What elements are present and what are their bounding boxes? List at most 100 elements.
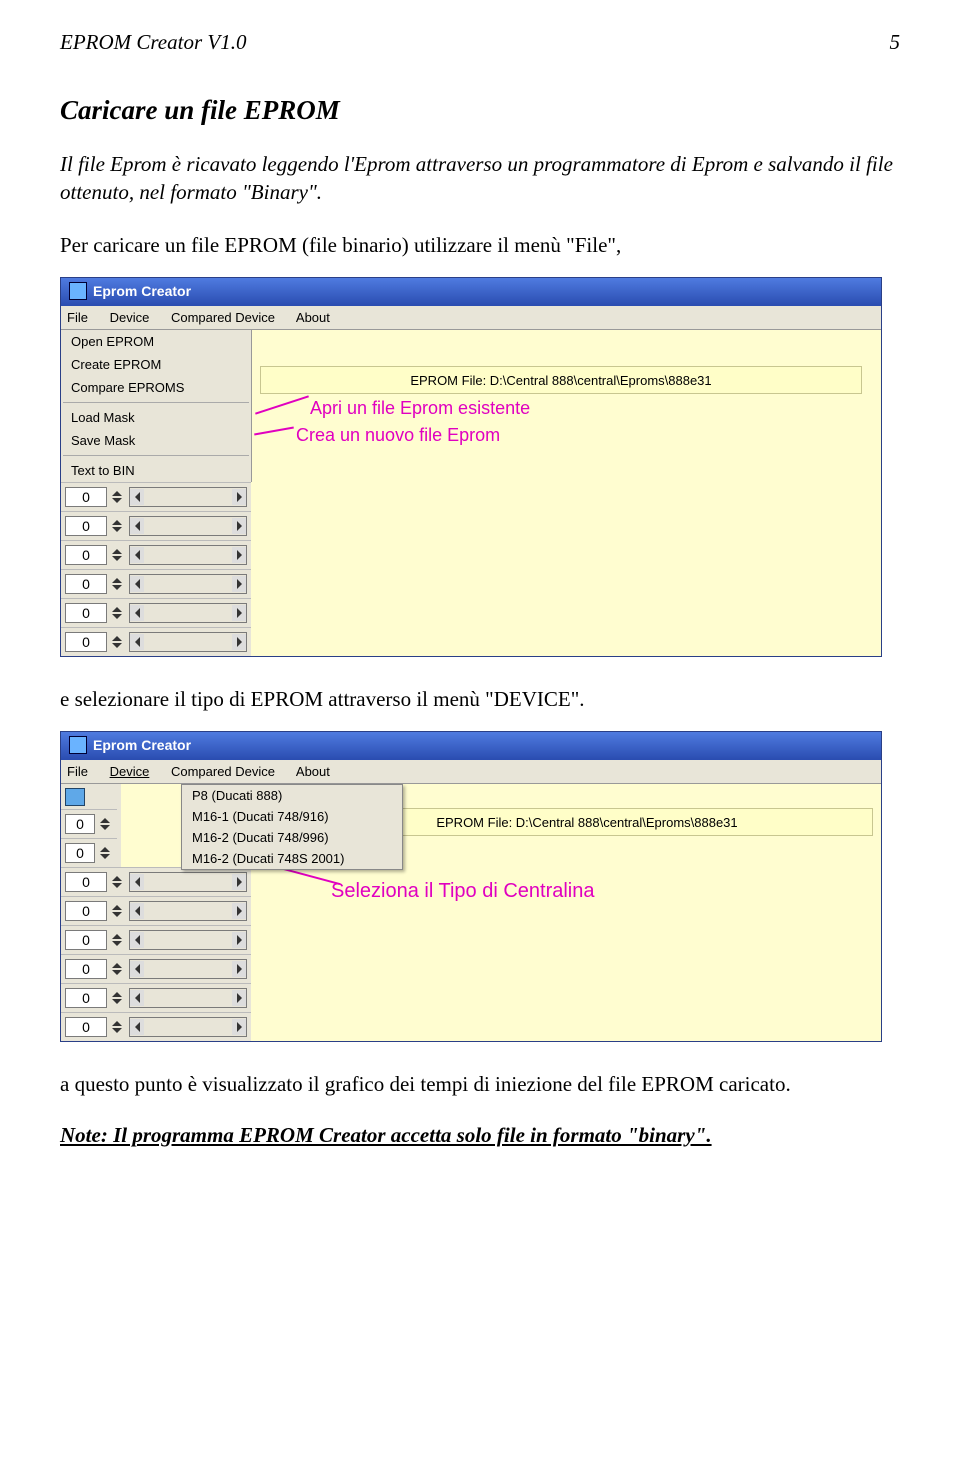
spinner-arrows-icon[interactable] <box>109 573 125 595</box>
spinner-control[interactable]: 0 <box>61 569 251 598</box>
spinner-control[interactable]: 0 <box>61 1012 251 1041</box>
file-menu-create-eprom[interactable]: Create EPROM <box>61 353 251 376</box>
spinner-control[interactable]: 0 <box>61 627 251 656</box>
scrollbar[interactable] <box>129 574 247 594</box>
window-titlebar: Eprom Creator <box>61 278 881 306</box>
annotation-line-icon <box>255 395 309 414</box>
toolbar-icon[interactable] <box>65 788 85 806</box>
annotation-open: Apri un file Eprom esistente <box>310 398 530 419</box>
annotation-line-icon <box>254 427 294 436</box>
spinner-control[interactable]: 0 <box>61 598 251 627</box>
spinner-arrows-icon[interactable] <box>109 602 125 624</box>
annotation-select-type: Seleziona il Tipo di Centralina <box>331 880 595 903</box>
spinner-control[interactable]: 0 <box>61 954 251 983</box>
menu-separator <box>63 402 249 403</box>
spinner-value[interactable]: 0 <box>65 516 107 536</box>
spinner-column: 0 0 0 0 <box>61 867 251 1041</box>
scrollbar[interactable] <box>129 959 247 979</box>
spinner-value[interactable]: 0 <box>65 574 107 594</box>
spinner-arrows-icon[interactable] <box>109 631 125 653</box>
lead-2: e selezionare il tipo di EPROM attravers… <box>60 685 900 713</box>
page-number: 5 <box>890 30 901 55</box>
spinner-control[interactable]: 0 <box>61 540 251 569</box>
spinner-value[interactable]: 0 <box>65 930 107 950</box>
spinner-value[interactable]: 0 <box>65 632 107 652</box>
spinner-value[interactable]: 0 <box>65 1017 107 1037</box>
scrollbar[interactable] <box>129 872 247 892</box>
spinner-value[interactable]: 0 <box>65 872 107 892</box>
scrollbar[interactable] <box>129 603 247 623</box>
menu-compared-device[interactable]: Compared Device <box>171 764 275 779</box>
window-canvas: P8 (Ducati 888) M16-1 (Ducati 748/916) M… <box>121 784 881 867</box>
spinner-value[interactable]: 0 <box>65 988 107 1008</box>
menu-separator <box>63 455 249 456</box>
file-menu-text-to-bin[interactable]: Text to BIN <box>61 459 251 482</box>
spinner-control[interactable]: 0 <box>61 925 251 954</box>
spinner-control[interactable]: 0 <box>61 867 251 896</box>
scrollbar[interactable] <box>129 930 247 950</box>
device-option-m16-1[interactable]: M16-1 (Ducati 748/916) <box>182 806 402 827</box>
section-title: Caricare un file EPROM <box>60 95 900 126</box>
note-paragraph: Note: Il programma EPROM Creator accetta… <box>60 1123 900 1148</box>
scrollbar[interactable] <box>129 487 247 507</box>
spinner-column: 0 0 0 0 <box>61 482 251 656</box>
doc-title: EPROM Creator V1.0 <box>60 30 246 55</box>
menu-device[interactable]: Device <box>110 310 150 325</box>
spinner-arrows-icon[interactable] <box>109 987 125 1009</box>
spinner-value[interactable]: 0 <box>65 545 107 565</box>
scrollbar[interactable] <box>129 545 247 565</box>
scrollbar[interactable] <box>129 516 247 536</box>
menu-file[interactable]: File <box>67 764 88 779</box>
spinner-control[interactable]: 0 <box>61 809 117 838</box>
spinner-control[interactable]: 0 <box>61 983 251 1012</box>
window-canvas: EPROM File: D:\Central 888\central\Eprom… <box>252 330 881 482</box>
toolbar-column: 0 0 <box>61 784 121 867</box>
spinner-value[interactable]: 0 <box>65 603 107 623</box>
spinner-arrows-icon[interactable] <box>109 486 125 508</box>
scrollbar[interactable] <box>129 988 247 1008</box>
menu-about[interactable]: About <box>296 310 330 325</box>
window-titlebar: Eprom Creator <box>61 732 881 760</box>
spinner-arrows-icon[interactable] <box>109 1016 125 1038</box>
spinner-control[interactable]: 0 <box>61 482 251 511</box>
spinner-value[interactable]: 0 <box>65 487 107 507</box>
spinner-arrows-icon[interactable] <box>109 871 125 893</box>
screenshot-file-menu: Eprom Creator File Device Compared Devic… <box>60 277 882 657</box>
menubar: File Device Compared Device About <box>61 760 881 784</box>
spinner-control[interactable]: 0 <box>61 896 251 925</box>
spinner-arrows-icon[interactable] <box>109 544 125 566</box>
file-menu-open-eprom[interactable]: Open EPROM <box>61 330 251 353</box>
file-menu-load-mask[interactable]: Load Mask <box>61 406 251 429</box>
spinner-arrows-icon[interactable] <box>109 958 125 980</box>
spinner-control[interactable]: 0 <box>61 838 117 867</box>
device-menu-dropdown: P8 (Ducati 888) M16-1 (Ducati 748/916) M… <box>181 784 403 870</box>
spinner-arrows-icon[interactable] <box>97 813 113 835</box>
spinner-value[interactable]: 0 <box>65 814 95 834</box>
spinner-arrows-icon[interactable] <box>109 929 125 951</box>
menu-compared-device[interactable]: Compared Device <box>171 310 275 325</box>
device-option-m16-2b[interactable]: M16-2 (Ducati 748S 2001) <box>182 848 402 869</box>
menu-about[interactable]: About <box>296 764 330 779</box>
menu-device[interactable]: Device <box>110 764 150 779</box>
spinner-value[interactable]: 0 <box>65 959 107 979</box>
device-option-m16-2[interactable]: M16-2 (Ducati 748/996) <box>182 827 402 848</box>
scrollbar[interactable] <box>129 901 247 921</box>
spinner-arrows-icon[interactable] <box>109 515 125 537</box>
device-option-p8[interactable]: P8 (Ducati 888) <box>182 785 402 806</box>
annotation-create: Crea un nuovo file Eprom <box>296 425 500 446</box>
file-menu-dropdown: Open EPROM Create EPROM Compare EPROMS L… <box>61 330 252 482</box>
file-menu-compare-eproms[interactable]: Compare EPROMS <box>61 376 251 399</box>
spinner-control[interactable]: 0 <box>61 511 251 540</box>
spinner-arrows-icon[interactable] <box>109 900 125 922</box>
spinner-value[interactable]: 0 <box>65 901 107 921</box>
spinner-value[interactable]: 0 <box>65 843 95 863</box>
intro-paragraph: Il file Eprom è ricavato leggendo l'Epro… <box>60 150 900 207</box>
screenshot-device-menu: Eprom Creator File Device Compared Devic… <box>60 731 882 1042</box>
spinner-arrows-icon[interactable] <box>97 842 113 864</box>
lead-1: Per caricare un file EPROM (file binario… <box>60 231 900 259</box>
scrollbar[interactable] <box>129 632 247 652</box>
file-menu-save-mask[interactable]: Save Mask <box>61 429 251 452</box>
eprom-path-label: EPROM File: D:\Central 888\central\Eprom… <box>260 366 862 394</box>
scrollbar[interactable] <box>129 1017 247 1037</box>
menu-file[interactable]: File <box>67 310 88 325</box>
